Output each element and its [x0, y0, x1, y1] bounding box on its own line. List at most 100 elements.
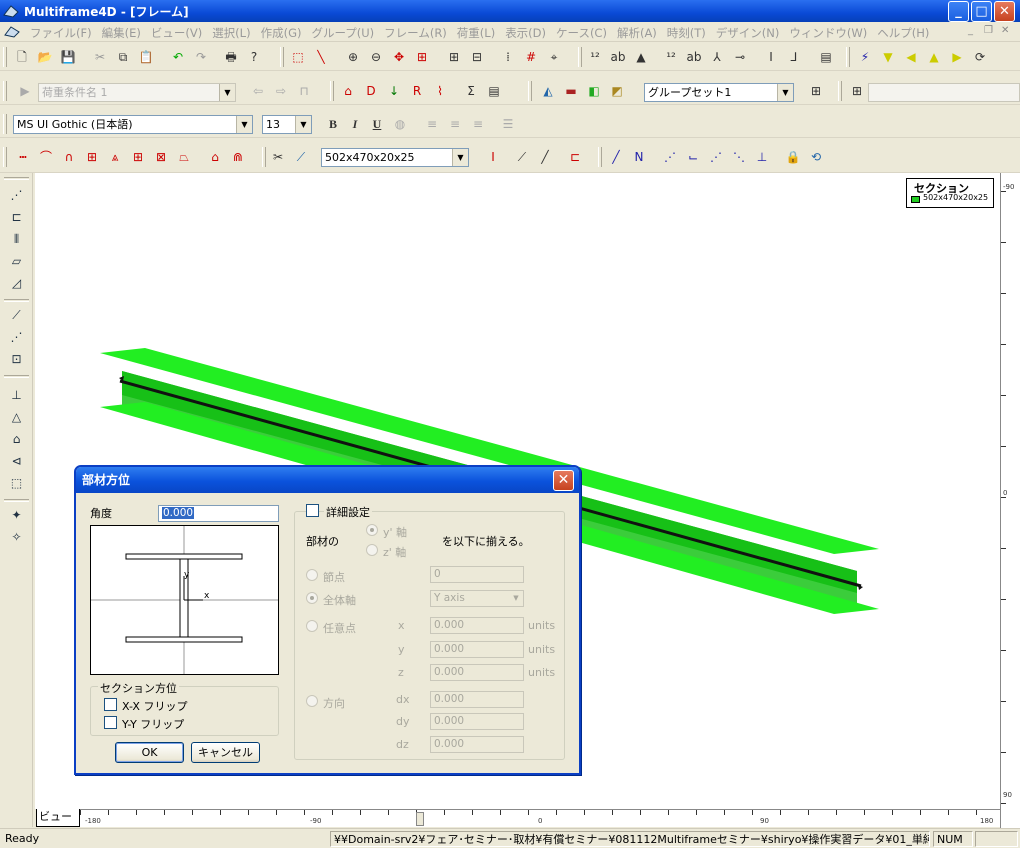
font-name-select[interactable]: MS UI Gothic (日本語) ▼: [13, 115, 253, 134]
menu-item[interactable]: 荷重(L): [452, 25, 500, 41]
draw-line-icon[interactable]: ⟋: [514, 149, 530, 165]
line-tool-icon[interactable]: ╱: [608, 149, 624, 165]
prev-case-icon[interactable]: ⇦: [250, 83, 266, 99]
next-case-icon[interactable]: ⇨: [273, 83, 289, 99]
brace-icon[interactable]: ▱: [8, 253, 25, 270]
node-move-icon[interactable]: ✧: [8, 529, 25, 546]
dy-input[interactable]: 0.000: [430, 713, 524, 730]
render-solid-icon[interactable]: ▬: [563, 83, 579, 99]
close-button[interactable]: ✕: [994, 1, 1015, 22]
load-frame-icon[interactable]: ⌂: [340, 83, 356, 99]
play-icon[interactable]: ▶: [17, 83, 33, 99]
z-axis-radio[interactable]: [366, 544, 378, 556]
global-axis-select[interactable]: Y axis ▼: [430, 590, 524, 607]
load-moment-icon[interactable]: ⟳: [972, 49, 988, 65]
toolbar-grip[interactable]: [3, 114, 7, 134]
underline-button[interactable]: U: [369, 116, 385, 132]
snap-d-icon[interactable]: ⋱: [731, 149, 747, 165]
point-x-input[interactable]: 0.000: [430, 617, 524, 634]
align-center-icon[interactable]: ≡: [447, 116, 463, 132]
restraint-fixed-icon[interactable]: ⊥: [8, 387, 25, 404]
menu-item[interactable]: ケース(C): [551, 25, 612, 41]
help-icon[interactable]: ?: [246, 49, 262, 65]
toolbar-grip[interactable]: [280, 47, 284, 67]
render-3d-icon[interactable]: ◩: [609, 83, 625, 99]
undo-icon[interactable]: ↶: [170, 49, 186, 65]
load-icon[interactable]: ⚡: [857, 49, 873, 65]
group-table-icon[interactable]: ⊞: [808, 83, 824, 99]
sum-icon[interactable]: Σ: [463, 83, 479, 99]
node-input[interactable]: 0: [430, 566, 524, 583]
maximize-button[interactable]: □: [971, 1, 992, 22]
node-restraints-icon[interactable]: ▲: [633, 49, 649, 65]
toolbar-grip[interactable]: [846, 47, 850, 67]
dz-input[interactable]: 0.000: [430, 736, 524, 753]
snap-grid-icon[interactable]: #: [523, 49, 539, 65]
angle-input[interactable]: 0.000: [158, 505, 279, 522]
select-box-icon[interactable]: ⬚: [290, 49, 306, 65]
toolbar-grip[interactable]: [598, 147, 602, 167]
select-line-icon[interactable]: ╲: [313, 49, 329, 65]
load-diagram-icon[interactable]: ⌇: [432, 83, 448, 99]
rotate-view-icon[interactable]: ⟲: [808, 149, 824, 165]
draw-truss-icon[interactable]: ⊠: [153, 149, 169, 165]
frame-grid-icon[interactable]: ⊞: [446, 49, 462, 65]
lock-icon[interactable]: 🔒: [785, 149, 801, 165]
node-tool-icon[interactable]: ⋰: [8, 329, 25, 346]
snap-b-icon[interactable]: ⌙: [685, 149, 701, 165]
menu-item[interactable]: 編集(E): [97, 25, 146, 41]
print-icon[interactable]: 🖶: [223, 49, 239, 65]
menu-item[interactable]: ビュー(V): [146, 25, 207, 41]
load-d-icon[interactable]: D: [363, 83, 379, 99]
restraint-pin-icon[interactable]: △: [8, 409, 25, 426]
snap-e-icon[interactable]: ⊥: [754, 149, 770, 165]
menu-item[interactable]: 時刻(T): [662, 25, 711, 41]
draw-portal2-icon[interactable]: ⋒: [230, 149, 246, 165]
menu-item[interactable]: 表示(D): [500, 25, 551, 41]
dialog-close-button[interactable]: ✕: [553, 470, 574, 491]
text-color-icon[interactable]: ◍: [392, 116, 408, 132]
node-labels-icon[interactable]: ab: [610, 49, 626, 65]
toolbar-grip[interactable]: [838, 81, 842, 101]
mdi-restore-button[interactable]: ❐: [984, 25, 993, 36]
menu-item[interactable]: 解析(A): [612, 25, 662, 41]
global-axis-radio[interactable]: [306, 592, 318, 604]
group-field[interactable]: [868, 83, 1020, 102]
draw-frame-icon[interactable]: ⊞: [84, 149, 100, 165]
properties-icon[interactable]: ▤: [818, 49, 834, 65]
cut-member-icon[interactable]: ✂: [270, 149, 286, 165]
draw-bridge-icon[interactable]: ⏢: [176, 149, 192, 165]
dx-input[interactable]: 0.000: [430, 691, 524, 708]
load-case-select[interactable]: 荷重条件名 1 ▼: [38, 83, 236, 102]
draw-portal-icon[interactable]: ⌂: [207, 149, 223, 165]
menu-item[interactable]: 選択(L): [207, 25, 255, 41]
toolbar-grip[interactable]: [262, 147, 266, 167]
load-left-icon[interactable]: ◀: [903, 49, 919, 65]
polyline-tool-icon[interactable]: N: [631, 149, 647, 165]
copy-icon[interactable]: ⧉: [115, 49, 131, 65]
node-select-icon[interactable]: ⋰: [8, 187, 25, 204]
minimize-button[interactable]: _: [948, 1, 969, 22]
menu-item[interactable]: フレーム(R): [379, 25, 452, 41]
ok-button[interactable]: OK: [115, 742, 184, 763]
menu-item[interactable]: グループ(U): [306, 25, 379, 41]
grid-dots-icon[interactable]: ⁞: [500, 49, 516, 65]
toolbar-grip[interactable]: [528, 81, 532, 101]
draw-cable-icon[interactable]: ⌒: [38, 149, 54, 165]
open-file-icon[interactable]: 📂: [37, 49, 53, 65]
view-tab[interactable]: ビュー: [36, 809, 80, 827]
node-add-icon[interactable]: ✦: [8, 507, 25, 524]
load-point-icon[interactable]: ▼: [880, 49, 896, 65]
section-axis-icon[interactable]: ⅃: [786, 49, 802, 65]
render-icon[interactable]: ◭: [540, 83, 556, 99]
zoom-in-icon[interactable]: ⊕: [345, 49, 361, 65]
toolbar-grip[interactable]: [4, 177, 29, 180]
bold-button[interactable]: B: [325, 116, 341, 132]
toolbar-grip[interactable]: [4, 299, 29, 302]
y-axis-radio[interactable]: [366, 524, 378, 536]
draw-tower-icon[interactable]: ⩓: [107, 149, 123, 165]
direction-radio[interactable]: [306, 695, 318, 707]
spring-icon[interactable]: ⊲: [8, 453, 25, 470]
point-y-input[interactable]: 0.000: [430, 641, 524, 658]
zoom-fit-icon[interactable]: ⊞: [414, 49, 430, 65]
